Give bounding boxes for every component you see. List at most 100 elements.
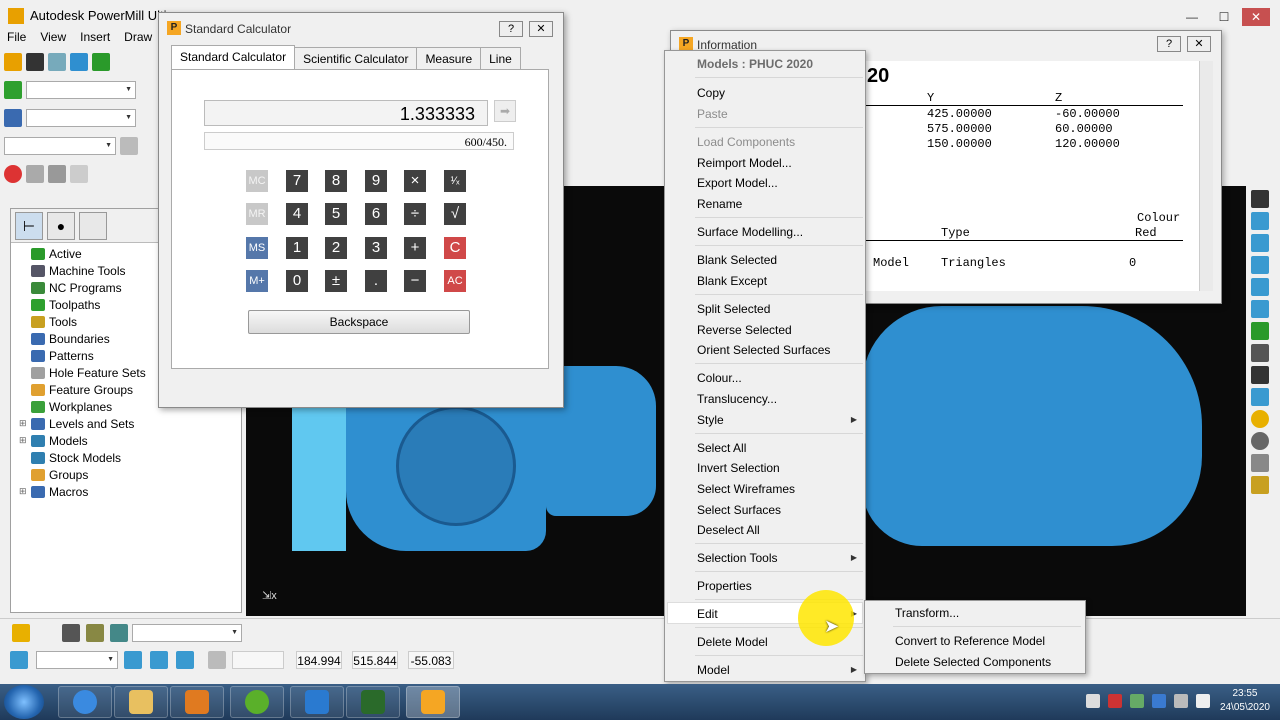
close-button[interactable]: ✕	[1242, 8, 1270, 26]
menu-copy[interactable]: Copy	[697, 86, 725, 100]
select-arrow-icon[interactable]	[1251, 454, 1269, 472]
tree-item[interactable]: Stock Models	[19, 449, 241, 466]
start-button[interactable]	[4, 685, 44, 719]
menu-blank-selected[interactable]: Blank Selected	[697, 253, 777, 267]
key-9[interactable]: 9	[365, 170, 387, 192]
level-icon[interactable]	[12, 624, 30, 642]
menu-export-model[interactable]: Export Model...	[697, 176, 778, 190]
zoom-box-icon[interactable]	[1251, 366, 1269, 384]
key-5[interactable]: 5	[325, 203, 347, 225]
grid3-icon[interactable]	[110, 624, 128, 642]
print-icon[interactable]	[48, 53, 66, 71]
key-8[interactable]: 8	[325, 170, 347, 192]
menu-deselect-all[interactable]: Deselect All	[697, 523, 760, 537]
key-6[interactable]: 6	[365, 203, 387, 225]
minimize-button[interactable]: —	[1178, 8, 1206, 26]
key-3[interactable]: 3	[365, 237, 387, 259]
menu-blank-except[interactable]: Blank Except	[697, 274, 767, 288]
expression-field[interactable]: 600/450.	[204, 132, 514, 150]
tool-icon[interactable]	[120, 137, 138, 155]
mc-button[interactable]: MC	[246, 170, 268, 192]
wire-sphere-icon[interactable]	[1251, 432, 1269, 450]
model-icon[interactable]	[70, 53, 88, 71]
cube-icon[interactable]	[124, 651, 142, 669]
menu-transform[interactable]: Transform...	[895, 606, 959, 620]
explorer-tree-icon[interactable]: ⊢	[15, 212, 43, 240]
workplane-status-combo[interactable]	[36, 651, 118, 669]
tree-item[interactable]: ⊞ Models	[19, 432, 241, 449]
taskbar-app-green[interactable]	[230, 686, 284, 718]
help-button[interactable]: ?	[1157, 36, 1181, 52]
workplane-icon[interactable]	[4, 109, 22, 127]
menu-rename[interactable]: Rename	[697, 197, 742, 211]
workplane-combo[interactable]	[26, 109, 136, 127]
material-icon[interactable]	[1251, 410, 1269, 428]
workplane-status-icon[interactable]	[10, 651, 28, 669]
tree-item[interactable]: ⊞ Macros	[19, 483, 241, 500]
globe-icon[interactable]: ●	[47, 212, 75, 240]
close-button[interactable]: ✕	[1187, 36, 1211, 52]
menu-translucency[interactable]: Translucency...	[697, 392, 777, 406]
view-left-icon[interactable]	[1251, 300, 1269, 318]
refresh-icon[interactable]	[1251, 322, 1269, 340]
view-front-icon[interactable]	[1251, 212, 1269, 230]
network-icon[interactable]	[1174, 694, 1188, 708]
wireframe-icon[interactable]	[48, 165, 66, 183]
menu-draw[interactable]: Draw	[117, 28, 159, 46]
key-7[interactable]: 7	[286, 170, 308, 192]
taskbar-clock[interactable]: 23:55 24\05\2020	[1220, 687, 1270, 715]
tool-combo[interactable]	[4, 137, 116, 155]
arrow-right-icon[interactable]: ➡	[494, 100, 516, 122]
menu-colour[interactable]: Colour...	[697, 371, 742, 385]
tab-measure[interactable]: Measure	[416, 47, 482, 69]
information-text[interactable]: 20 Y Z 425.00000 -60.00000 575.00000 60.…	[863, 61, 1199, 291]
expand-icon[interactable]: ⊞	[19, 435, 29, 446]
multiply-button[interactable]: ×	[404, 170, 426, 192]
tree-item[interactable]: ⊞ Levels and Sets	[19, 415, 241, 432]
snap-field[interactable]	[232, 651, 284, 669]
sqrt-button[interactable]: √	[444, 203, 466, 225]
divide-button[interactable]: ÷	[404, 203, 426, 225]
menu-reimport-model[interactable]: Reimport Model...	[697, 156, 792, 170]
menu-model[interactable]: Model	[697, 663, 730, 677]
taskbar-app-blue[interactable]	[290, 686, 344, 718]
close-button[interactable]: ✕	[529, 21, 553, 37]
view-right-icon[interactable]	[1251, 256, 1269, 274]
open-icon[interactable]	[4, 53, 22, 71]
menu-select-wireframes[interactable]: Select Wireframes	[697, 482, 795, 496]
toolpath-icon[interactable]	[92, 53, 110, 71]
tab-line[interactable]: Line	[480, 47, 521, 69]
menu-invert-selection[interactable]: Invert Selection	[697, 461, 780, 475]
view-back-icon[interactable]	[1251, 278, 1269, 296]
undo-view-icon[interactable]	[1251, 476, 1269, 494]
tray-app-icon[interactable]	[1152, 694, 1166, 708]
save-icon[interactable]	[26, 53, 44, 71]
tree-item[interactable]: Groups	[19, 466, 241, 483]
help-button[interactable]: ?	[499, 21, 523, 37]
key-4[interactable]: 4	[286, 203, 308, 225]
clear-button[interactable]: C	[444, 237, 466, 259]
tool-library-icon[interactable]	[79, 212, 107, 240]
taskbar-ie[interactable]	[58, 686, 112, 718]
tab-scientific[interactable]: Scientific Calculator	[294, 47, 418, 69]
menu-properties[interactable]: Properties	[697, 579, 752, 593]
sign-button[interactable]: ±	[325, 270, 347, 292]
grid-snap-icon[interactable]	[208, 651, 226, 669]
expand-icon[interactable]: ⊞	[19, 418, 29, 429]
tray-arrow-icon[interactable]	[1086, 694, 1100, 708]
shade-icon[interactable]	[26, 165, 44, 183]
info-scrollbar[interactable]	[1199, 61, 1213, 291]
shaded-icon[interactable]	[1251, 388, 1269, 406]
simulate-icon[interactable]	[70, 165, 88, 183]
menu-edit[interactable]: Edit	[697, 607, 718, 621]
mplus-button[interactable]: M+	[246, 270, 268, 292]
backspace-button[interactable]: Backspace	[248, 310, 470, 334]
menu-delete-model[interactable]: Delete Model	[697, 635, 768, 649]
taskbar-explorer[interactable]	[114, 686, 168, 718]
taskbar-terminal[interactable]	[346, 686, 400, 718]
tray-security-icon[interactable]	[1108, 694, 1122, 708]
taskbar-media[interactable]	[170, 686, 224, 718]
key-0[interactable]: 0	[286, 270, 308, 292]
key-2[interactable]: 2	[325, 237, 347, 259]
minus-button[interactable]: −	[404, 270, 426, 292]
